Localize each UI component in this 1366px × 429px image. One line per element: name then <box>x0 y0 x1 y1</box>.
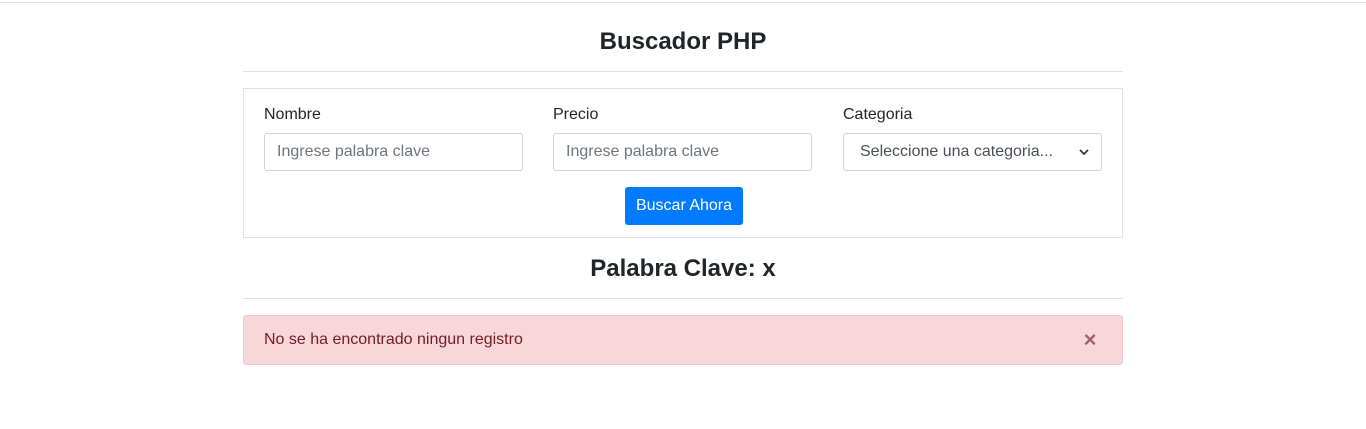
search-button[interactable]: Buscar Ahora <box>625 187 743 225</box>
categoria-field-group: Categoria Seleccione una categoria... <box>843 105 1102 171</box>
precio-label: Precio <box>553 106 599 123</box>
no-results-alert: No se ha encontrado ningun registro × <box>243 315 1123 365</box>
page-title: Buscador PHP <box>599 28 767 55</box>
precio-input[interactable] <box>553 133 812 171</box>
alert-message: No se ha encontrado ningun registro <box>264 331 523 348</box>
title-divider <box>243 71 1123 72</box>
categoria-selected-value: Seleccione una categoria... <box>860 143 1054 160</box>
categoria-select[interactable]: Seleccione una categoria... <box>843 133 1102 171</box>
keyword-heading: Palabra Clave: x <box>590 255 776 282</box>
nombre-input[interactable] <box>264 133 523 171</box>
top-divider <box>0 2 1366 3</box>
nombre-field-group: Nombre <box>264 105 523 171</box>
chevron-down-icon <box>1079 149 1089 156</box>
nombre-label: Nombre <box>264 106 321 123</box>
categoria-label: Categoria <box>843 106 913 123</box>
search-form-card: Nombre Precio Categoria Seleccione una c… <box>243 88 1123 238</box>
precio-field-group: Precio <box>553 105 812 171</box>
results-divider <box>243 298 1123 299</box>
close-icon[interactable]: × <box>1080 329 1100 351</box>
